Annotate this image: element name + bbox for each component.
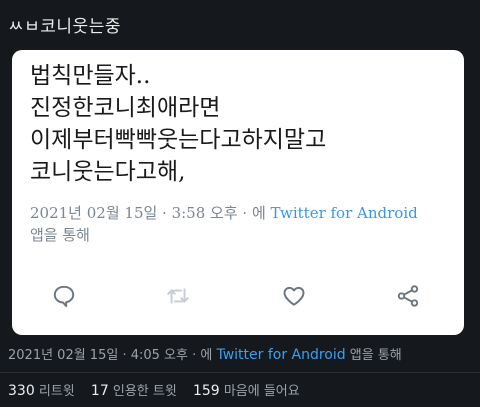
heart-icon (283, 286, 305, 306)
image-text-line: 진정한코니최애라면 (30, 95, 221, 121)
quotes-label: 인용한 트윗 (112, 384, 177, 399)
retweets-label: 리트윗 (38, 384, 75, 399)
image-text-line: 법칙만들자.. (30, 63, 151, 89)
quotes-stat[interactable]: 17 인용한 트윗 (90, 383, 177, 399)
share-icon (397, 285, 419, 307)
action-bar (12, 278, 464, 318)
source-suffix: 앱을 통해 (349, 348, 402, 363)
image-text-block: 법칙만들자.. 진정한코니최애라면 이제부터빡빡웃는다고하지말고 코니웃는다고해… (30, 60, 326, 188)
quotes-count: 17 (90, 383, 109, 399)
retweet-icon (167, 288, 189, 304)
likes-stat[interactable]: 159 마음에 들어요 (192, 383, 300, 399)
reply-button[interactable] (50, 282, 78, 310)
image-source-suffix: 앱을 통해 (30, 226, 90, 244)
image-timestamp: 2021년 02월 15일 · 3:58 오후 · 에 (30, 204, 266, 222)
retweets-count: 330 (8, 383, 35, 399)
tweet-stats: 330 리트윗 17 인용한 트윗 159 마음에 들어요 (8, 380, 300, 399)
likes-count: 159 (192, 383, 220, 399)
tweet-text: ㅆㅂ코니웃는중 (8, 17, 121, 37)
retweet-button[interactable] (164, 282, 192, 310)
retweets-stat[interactable]: 330 리트윗 (8, 383, 75, 399)
tweet-timestamp[interactable]: 2021년 02월 15일 · 4:05 오후 · 에 (8, 348, 212, 363)
like-button[interactable] (280, 282, 308, 310)
image-tweet-meta: 2021년 02월 15일 · 3:58 오후 · 에 Twitter for … (30, 202, 450, 246)
divider (0, 372, 480, 373)
source-link[interactable]: Twitter for Android (216, 347, 345, 363)
comment-icon (53, 285, 75, 308)
likes-label: 마음에 들어요 (223, 384, 300, 399)
tweet-meta: 2021년 02월 15일 · 4:05 오후 · 에 Twitter for … (8, 344, 402, 363)
image-source-link: Twitter for Android (270, 204, 418, 222)
quoted-image-card[interactable]: 법칙만들자.. 진정한코니최애라면 이제부터빡빡웃는다고하지말고 코니웃는다고해… (12, 50, 464, 335)
image-text-line: 이제부터빡빡웃는다고하지말고 (30, 127, 327, 153)
share-button[interactable] (394, 282, 422, 310)
image-text-line: 코니웃는다고해, (30, 159, 186, 185)
